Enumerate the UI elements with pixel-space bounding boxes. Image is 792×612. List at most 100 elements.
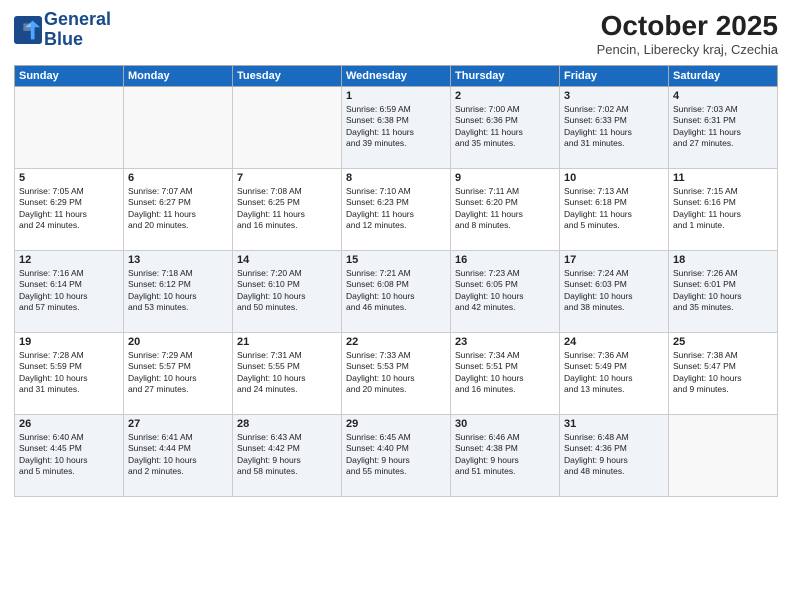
weekday-header: Saturday [669,66,778,87]
cell-daylight-text: Sunrise: 7:26 AM Sunset: 6:01 PM Dayligh… [673,268,773,314]
weekday-header: Thursday [451,66,560,87]
calendar-cell: 12 Sunrise: 7:16 AM Sunset: 6:14 PM Dayli… [15,251,124,333]
cell-daylight-text: Sunrise: 7:18 AM Sunset: 6:12 PM Dayligh… [128,268,228,314]
day-number: 20 [128,336,228,348]
day-number: 28 [237,418,337,430]
calendar-week-row: 5 Sunrise: 7:05 AM Sunset: 6:29 PM Daylig… [15,169,778,251]
calendar-cell: 27Sunrise: 6:41 AM Sunset: 4:44 PM Dayli… [124,415,233,497]
calendar-cell: 8 Sunrise: 7:10 AM Sunset: 6:23 PM Daylig… [342,169,451,251]
day-number: 13 [128,254,228,266]
day-number: 1 [346,90,446,102]
cell-daylight-text: Sunrise: 7:15 AM Sunset: 6:16 PM Dayligh… [673,186,773,232]
logo-text: General Blue [44,10,111,50]
cell-daylight-text: Sunrise: 7:23 AM Sunset: 6:05 PM Dayligh… [455,268,555,314]
calendar-cell: 22Sunrise: 7:33 AM Sunset: 5:53 PM Dayli… [342,333,451,415]
cell-daylight-text: Sunrise: 7:38 AM Sunset: 5:47 PM Dayligh… [673,350,773,396]
day-number: 31 [564,418,664,430]
calendar-cell: 25 Sunrise: 7:38 AM Sunset: 5:47 PM Dayli… [669,333,778,415]
cell-daylight-text: Sunrise: 7:16 AM Sunset: 6:14 PM Dayligh… [19,268,119,314]
cell-daylight-text: Sunrise: 7:10 AM Sunset: 6:23 PM Dayligh… [346,186,446,232]
calendar-cell: 7 Sunrise: 7:08 AM Sunset: 6:25 PM Daylig… [233,169,342,251]
calendar-cell: 29Sunrise: 6:45 AM Sunset: 4:40 PM Dayli… [342,415,451,497]
page-container: General Blue October 2025 Pencin, Libere… [0,0,792,612]
calendar-cell: 30Sunrise: 6:46 AM Sunset: 4:38 PM Dayli… [451,415,560,497]
calendar-week-row: 19Sunrise: 7:28 AM Sunset: 5:59 PM Dayli… [15,333,778,415]
calendar-cell [124,87,233,169]
calendar-cell: 28 Sunrise: 6:43 AM Sunset: 4:42 PM Dayli… [233,415,342,497]
cell-daylight-text: Sunrise: 7:33 AM Sunset: 5:53 PM Dayligh… [346,350,446,396]
calendar-cell: 11 Sunrise: 7:15 AM Sunset: 6:16 PM Dayli… [669,169,778,251]
calendar-cell: 2Sunrise: 7:00 AM Sunset: 6:36 PM Daylig… [451,87,560,169]
calendar-table: SundayMondayTuesdayWednesdayThursdayFrid… [14,65,778,497]
calendar-cell: 5 Sunrise: 7:05 AM Sunset: 6:29 PM Daylig… [15,169,124,251]
cell-daylight-text: Sunrise: 7:11 AM Sunset: 6:20 PM Dayligh… [455,186,555,232]
day-number: 26 [19,418,119,430]
cell-daylight-text: Sunrise: 7:24 AM Sunset: 6:03 PM Dayligh… [564,268,664,314]
calendar-cell: 4Sunrise: 7:03 AM Sunset: 6:31 PM Daylig… [669,87,778,169]
day-number: 14 [237,254,337,266]
day-number: 15 [346,254,446,266]
calendar-cell: 17 Sunrise: 7:24 AM Sunset: 6:03 PM Dayli… [560,251,669,333]
calendar-cell: 1 Sunrise: 6:59 AM Sunset: 6:38 PM Daylig… [342,87,451,169]
cell-daylight-text: Sunrise: 6:48 AM Sunset: 4:36 PM Dayligh… [564,432,664,478]
day-number: 30 [455,418,555,430]
cell-daylight-text: Sunrise: 7:08 AM Sunset: 6:25 PM Dayligh… [237,186,337,232]
cell-daylight-text: Sunrise: 7:13 AM Sunset: 6:18 PM Dayligh… [564,186,664,232]
cell-daylight-text: Sunrise: 7:05 AM Sunset: 6:29 PM Dayligh… [19,186,119,232]
calendar-cell: 13 Sunrise: 7:18 AM Sunset: 6:12 PM Dayli… [124,251,233,333]
calendar-cell: 24Sunrise: 7:36 AM Sunset: 5:49 PM Dayli… [560,333,669,415]
day-number: 27 [128,418,228,430]
weekday-header: Sunday [15,66,124,87]
cell-daylight-text: Sunrise: 7:29 AM Sunset: 5:57 PM Dayligh… [128,350,228,396]
day-number: 19 [19,336,119,348]
cell-daylight-text: Sunrise: 7:00 AM Sunset: 6:36 PM Dayligh… [455,104,555,150]
day-number: 11 [673,172,773,184]
page-header: General Blue October 2025 Pencin, Libere… [14,10,778,57]
weekday-header: Wednesday [342,66,451,87]
day-number: 5 [19,172,119,184]
day-number: 12 [19,254,119,266]
logo-icon [14,16,42,44]
calendar-cell: 26Sunrise: 6:40 AM Sunset: 4:45 PM Dayli… [15,415,124,497]
cell-daylight-text: Sunrise: 7:02 AM Sunset: 6:33 PM Dayligh… [564,104,664,150]
day-number: 7 [237,172,337,184]
day-number: 8 [346,172,446,184]
calendar-header-row: SundayMondayTuesdayWednesdayThursdayFrid… [15,66,778,87]
day-number: 17 [564,254,664,266]
calendar-cell: 21 Sunrise: 7:31 AM Sunset: 5:55 PM Dayli… [233,333,342,415]
day-number: 10 [564,172,664,184]
calendar-cell: 16 Sunrise: 7:23 AM Sunset: 6:05 PM Dayli… [451,251,560,333]
cell-daylight-text: Sunrise: 7:07 AM Sunset: 6:27 PM Dayligh… [128,186,228,232]
cell-daylight-text: Sunrise: 7:20 AM Sunset: 6:10 PM Dayligh… [237,268,337,314]
calendar-body: 1 Sunrise: 6:59 AM Sunset: 6:38 PM Daylig… [15,87,778,497]
day-number: 18 [673,254,773,266]
day-number: 16 [455,254,555,266]
calendar-cell: 9Sunrise: 7:11 AM Sunset: 6:20 PM Daylig… [451,169,560,251]
calendar-cell: 10 Sunrise: 7:13 AM Sunset: 6:18 PM Dayli… [560,169,669,251]
calendar-cell: 20 Sunrise: 7:29 AM Sunset: 5:57 PM Dayli… [124,333,233,415]
calendar-cell: 23Sunrise: 7:34 AM Sunset: 5:51 PM Dayli… [451,333,560,415]
calendar-cell: 15Sunrise: 7:21 AM Sunset: 6:08 PM Dayli… [342,251,451,333]
calendar-week-row: 12 Sunrise: 7:16 AM Sunset: 6:14 PM Dayli… [15,251,778,333]
calendar-cell [15,87,124,169]
cell-daylight-text: Sunrise: 6:43 AM Sunset: 4:42 PM Dayligh… [237,432,337,478]
logo: General Blue [14,10,111,50]
location-subtitle: Pencin, Liberecky kraj, Czechia [597,42,778,57]
cell-daylight-text: Sunrise: 6:59 AM Sunset: 6:38 PM Dayligh… [346,104,446,150]
weekday-header: Tuesday [233,66,342,87]
day-number: 23 [455,336,555,348]
calendar-cell: 6 Sunrise: 7:07 AM Sunset: 6:27 PM Daylig… [124,169,233,251]
calendar-cell: 18 Sunrise: 7:26 AM Sunset: 6:01 PM Dayli… [669,251,778,333]
day-number: 24 [564,336,664,348]
day-number: 4 [673,90,773,102]
cell-daylight-text: Sunrise: 7:31 AM Sunset: 5:55 PM Dayligh… [237,350,337,396]
calendar-week-row: 26Sunrise: 6:40 AM Sunset: 4:45 PM Dayli… [15,415,778,497]
calendar-cell: 3 Sunrise: 7:02 AM Sunset: 6:33 PM Daylig… [560,87,669,169]
day-number: 21 [237,336,337,348]
day-number: 3 [564,90,664,102]
day-number: 29 [346,418,446,430]
day-number: 6 [128,172,228,184]
weekday-header: Friday [560,66,669,87]
day-number: 25 [673,336,773,348]
calendar-cell [669,415,778,497]
